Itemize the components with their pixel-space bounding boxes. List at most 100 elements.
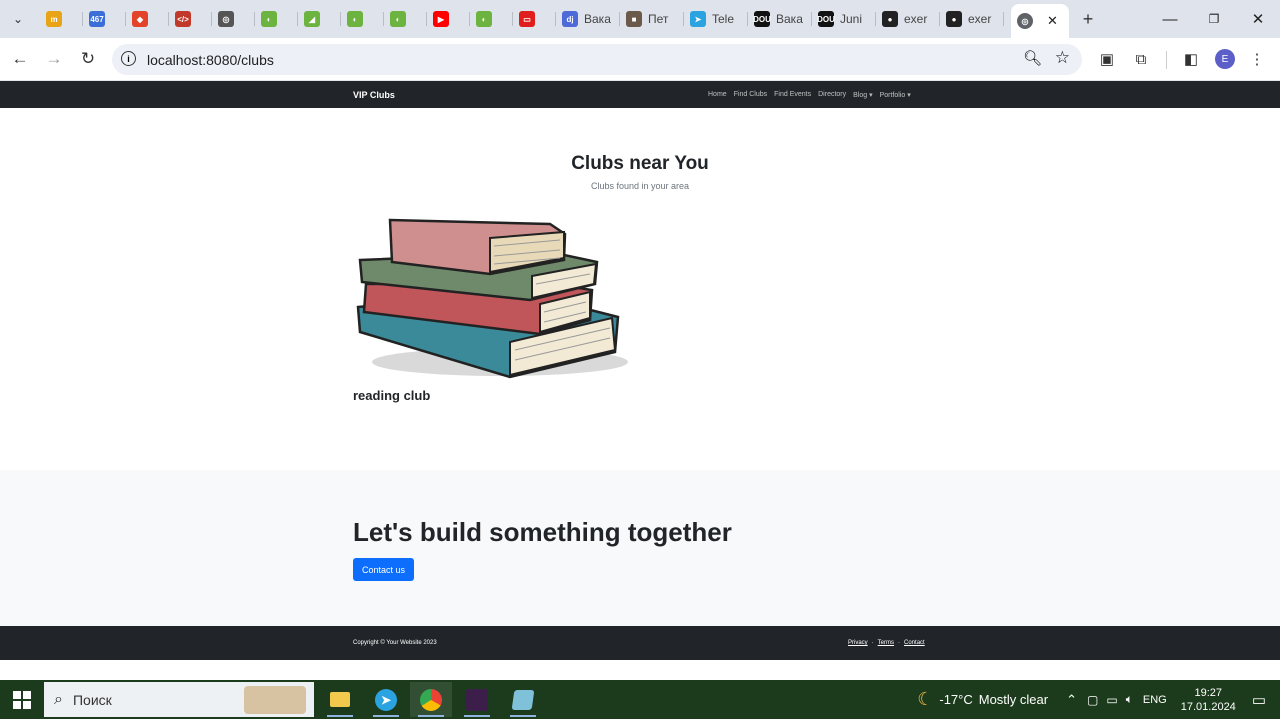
nav-home[interactable]: Home: [708, 91, 727, 99]
forward-button[interactable]: →: [40, 45, 68, 73]
notifications-icon[interactable]: ▭: [1252, 691, 1266, 709]
tab-8[interactable]: ◐: [384, 6, 427, 32]
close-tab-icon[interactable]: ✕: [1047, 13, 1058, 29]
search-highlight-image: [244, 686, 306, 714]
system-tray: ☾ -17°C Mostly clear ⌃ ▢ ▭ 🔈︎ ENG 19:27 …: [917, 680, 1280, 719]
taskbar-app-2[interactable]: [502, 682, 544, 717]
extension-icon[interactable]: ▣: [1094, 46, 1120, 72]
side-panel-icon[interactable]: ◧: [1178, 46, 1204, 72]
windows-logo-icon: [13, 690, 31, 709]
url-text[interactable]: localhost:8080/clubs: [147, 52, 274, 68]
weather-moon-icon: ☾: [917, 689, 934, 709]
globe-icon: ◎: [218, 11, 234, 27]
tab-4[interactable]: ◎: [212, 6, 255, 32]
battery-icon[interactable]: ▭: [1106, 693, 1117, 707]
nav-find-clubs[interactable]: Find Clubs: [734, 91, 767, 99]
footer-links: Privacy · Terms · Contact: [848, 640, 925, 646]
tab-search-button[interactable]: ⌄: [7, 8, 29, 30]
tab-13[interactable]: ■ Пет: [620, 6, 684, 32]
meet-now-icon[interactable]: ▢: [1087, 693, 1098, 707]
cta-section: Let's build something together Contact u…: [0, 470, 1280, 626]
telegram-icon: ➤: [375, 688, 397, 711]
tab-11[interactable]: ▭: [513, 6, 556, 32]
chevron-up-icon[interactable]: ⌃: [1066, 692, 1077, 708]
reload-button[interactable]: ↻: [74, 45, 102, 73]
weather-text[interactable]: Mostly clear: [979, 692, 1048, 707]
taskbar-chrome[interactable]: [410, 682, 452, 717]
contact-us-button[interactable]: Contact us: [353, 558, 414, 581]
tab-14[interactable]: ➤ Tele: [684, 6, 748, 32]
tab-16[interactable]: DOU Juni: [812, 6, 876, 32]
tab-separator: [1003, 12, 1004, 26]
tab-6[interactable]: ◢: [298, 6, 341, 32]
tab-15[interactable]: DOU Вака: [748, 6, 812, 32]
telegram-icon: ➤: [690, 11, 706, 27]
new-tab-button[interactable]: +: [1077, 8, 1099, 30]
footer-link-contact[interactable]: Contact: [904, 640, 925, 646]
reload-icon: ↻: [80, 49, 96, 68]
club-name[interactable]: reading club: [353, 388, 430, 403]
restore-button[interactable]: ❐: [1192, 0, 1236, 38]
nav-find-events[interactable]: Find Events: [774, 91, 811, 99]
volume-icon[interactable]: 🔈︎: [1126, 692, 1133, 707]
extensions-puzzle-icon[interactable]: ⧉: [1128, 46, 1154, 72]
calendar-icon: 467: [89, 11, 105, 27]
djinni-icon: dj: [562, 11, 578, 27]
tab-7[interactable]: ◐: [341, 6, 384, 32]
gitlab-icon: ◆: [132, 11, 148, 27]
photo-icon: ■: [626, 11, 642, 27]
tab-5[interactable]: ◐: [255, 6, 298, 32]
footer-separator: ·: [871, 640, 874, 646]
taskbar-file-explorer[interactable]: [319, 682, 361, 717]
tab-9[interactable]: ▶: [427, 6, 470, 32]
tab-0[interactable]: m: [40, 6, 83, 32]
language-indicator[interactable]: ENG: [1143, 694, 1167, 706]
nav-directory[interactable]: Directory: [818, 91, 846, 99]
site-info-icon[interactable]: i: [121, 51, 136, 66]
weather-temp[interactable]: -17°C: [939, 692, 972, 707]
github-icon: ●: [946, 11, 962, 27]
avatar: E: [1215, 49, 1235, 69]
browser-menu-button[interactable]: ⋮: [1244, 46, 1270, 72]
profile-button[interactable]: E: [1212, 46, 1238, 72]
chevron-down-icon: ⌄: [12, 12, 24, 26]
footer-link-terms[interactable]: Terms: [878, 640, 894, 646]
clock[interactable]: 19:27 17.01.2024: [1181, 686, 1236, 714]
nav-blog-dropdown[interactable]: Blog ▾: [853, 91, 872, 99]
search-icon: ⌕: [54, 690, 63, 708]
spring-icon: ◐: [347, 11, 363, 27]
site-navbar: VIP Clubs Home Find Clubs Find Events Di…: [0, 81, 1280, 108]
start-button[interactable]: [0, 680, 44, 719]
minimize-button[interactable]: —: [1148, 0, 1192, 38]
address-bar[interactable]: i localhost:8080/clubs 🔍︎ ☆: [112, 44, 1082, 75]
nav-portfolio-dropdown[interactable]: Portfolio ▾: [880, 91, 911, 99]
tab-17[interactable]: ● exer: [876, 6, 940, 32]
taskbar-telegram[interactable]: ➤: [365, 682, 407, 717]
taskbar-app[interactable]: [456, 682, 498, 717]
taskbar-search[interactable]: ⌕ Поиск: [44, 682, 314, 717]
github-icon: ●: [882, 11, 898, 27]
site-brand[interactable]: VIP Clubs: [353, 90, 395, 100]
tab-10[interactable]: ◐: [470, 6, 513, 32]
back-button[interactable]: ←: [6, 45, 34, 73]
dou-icon: DOU: [817, 11, 835, 27]
tab-active[interactable]: ◎ ✕: [1011, 4, 1069, 38]
windows-taskbar: ⌕ Поиск ➤ ☾ -17°C Mostly clear ⌃ ▢ ▭ 🔈︎ …: [0, 680, 1280, 719]
bookmark-star-icon[interactable]: ☆: [1055, 48, 1070, 68]
footer-link-privacy[interactable]: Privacy: [848, 640, 868, 646]
tab-1[interactable]: 467: [83, 6, 126, 32]
tab-12[interactable]: dj Вака: [556, 6, 620, 32]
globe-icon: ◎: [1017, 13, 1033, 29]
club-image-books[interactable]: [350, 212, 632, 384]
tab-18[interactable]: ● exer: [940, 6, 1004, 32]
close-window-button[interactable]: ✕: [1236, 0, 1280, 38]
clubs-section: Clubs near You Clubs found in your area …: [0, 108, 1280, 470]
copyright-text: Copyright © Your Website 2023: [353, 640, 437, 646]
zoom-icon[interactable]: 🔍︎: [1023, 49, 1042, 67]
youtube-icon: ▶: [433, 11, 449, 27]
dou-icon: DOU: [753, 11, 771, 27]
window-controls: — ❐ ✕: [1148, 0, 1280, 38]
tab-3[interactable]: </>: [169, 6, 212, 32]
site-footer: Copyright © Your Website 2023 Privacy · …: [0, 626, 1280, 660]
tab-2[interactable]: ◆: [126, 6, 169, 32]
